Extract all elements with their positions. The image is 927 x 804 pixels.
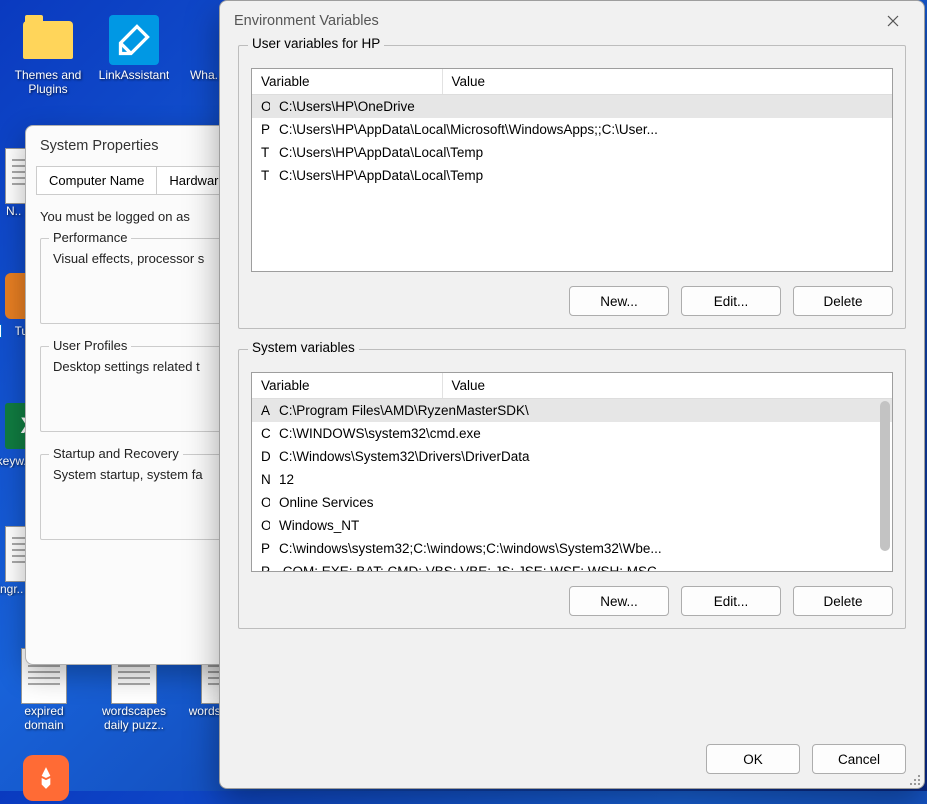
table-row[interactable]: OSWindows_NT (252, 514, 892, 537)
resize-grip-icon[interactable] (906, 771, 920, 785)
cell-variable: PATHEXT (252, 560, 270, 571)
table-row[interactable]: PathC:\windows\system32;C:\windows;C:\wi… (252, 537, 892, 560)
cell-variable: OneDrive (252, 95, 270, 118)
cell-value: C:\Users\HP\AppData\Local\Temp (270, 164, 892, 187)
cell-value: Windows_NT (270, 514, 892, 537)
cell-value: Online Services (270, 491, 892, 514)
col-value[interactable]: Value (442, 373, 892, 399)
linkassist-icon (108, 14, 160, 66)
desktop-icon-linkassist[interactable]: LinkAssistant (94, 14, 174, 82)
group-legend: User variables for HP (248, 36, 384, 51)
cell-value: C:\WINDOWS\system32\cmd.exe (270, 422, 892, 445)
icon-label: LinkAssistant (99, 68, 170, 82)
window-title: System Properties (40, 138, 158, 154)
user-variables-table[interactable]: Variable Value OneDriveC:\Users\HP\OneDr… (251, 68, 893, 272)
table-row[interactable]: AMDRMSDKPATHC:\Program Files\AMD\RyzenMa… (252, 399, 892, 422)
group-legend: System variables (248, 340, 359, 355)
table-row[interactable]: OnlineServicesOnline Services (252, 491, 892, 514)
group-legend: Performance (49, 230, 131, 245)
table-row[interactable]: DriverDataC:\Windows\System32\Drivers\Dr… (252, 445, 892, 468)
table-row[interactable]: TEMPC:\Users\HP\AppData\Local\Temp (252, 141, 892, 164)
cell-value: C:\Users\HP\AppData\Local\Microsoft\Wind… (270, 118, 892, 141)
col-value[interactable]: Value (442, 69, 892, 95)
col-variable[interactable]: Variable (252, 373, 442, 399)
cell-variable: ComSpec (252, 422, 270, 445)
shortcut-arrow-icon: ↗ (0, 324, 2, 338)
titlebar[interactable]: Environment Variables (220, 1, 924, 41)
table-row[interactable]: PathC:\Users\HP\AppData\Local\Microsoft\… (252, 118, 892, 141)
user-edit-button[interactable]: Edit... (681, 286, 781, 316)
table-row[interactable]: ComSpecC:\WINDOWS\system32\cmd.exe (252, 422, 892, 445)
icon-label: wordscapes daily puzz.. (94, 704, 174, 733)
cell-value: C:\Users\HP\OneDrive (270, 95, 892, 118)
system-variables-table[interactable]: Variable Value AMDRMSDKPATHC:\Program Fi… (251, 372, 893, 572)
group-legend: User Profiles (49, 338, 131, 353)
dialog-footer: OK Cancel (220, 738, 924, 788)
close-icon[interactable] (870, 6, 916, 36)
icon-label: Themes and Plugins (8, 68, 88, 97)
ok-button[interactable]: OK (706, 744, 800, 774)
cell-value: C:\Program Files\AMD\RyzenMasterSDK\ (270, 399, 892, 422)
folder-icon (22, 14, 74, 66)
cell-variable: TEMP (252, 141, 270, 164)
table-row[interactable]: OneDriveC:\Users\HP\OneDrive (252, 95, 892, 118)
environment-variables-window: Environment Variables User variables for… (219, 0, 925, 789)
scrollbar-thumb[interactable] (880, 401, 890, 551)
cell-variable: Path (252, 118, 270, 141)
cell-variable: DriverData (252, 445, 270, 468)
table-row[interactable]: PATHEXT.COM;.EXE;.BAT;.CMD;.VBS;.VBE;.JS… (252, 560, 892, 571)
cell-value: C:\windows\system32;C:\windows;C:\window… (270, 537, 892, 560)
group-legend: Startup and Recovery (49, 446, 183, 461)
system-variables-group: System variables Variable Value AMDRMSDK… (238, 349, 906, 629)
window-title: Environment Variables (234, 13, 379, 29)
sys-edit-button[interactable]: Edit... (681, 586, 781, 616)
cell-variable: AMDRMSDKPATH (252, 399, 270, 422)
cell-variable: NUMBER_OF_PROCESSORS (252, 468, 270, 491)
user-new-button[interactable]: New... (569, 286, 669, 316)
cell-variable: TMP (252, 164, 270, 187)
icon-label: expired domain (4, 704, 84, 733)
desktop-icon-app2[interactable] (6, 752, 86, 804)
table-row[interactable]: NUMBER_OF_PROCESSORS12 (252, 468, 892, 491)
cancel-button[interactable]: Cancel (812, 744, 906, 774)
app-icon (20, 752, 72, 804)
user-delete-button[interactable]: Delete (793, 286, 893, 316)
cell-value: 12 (270, 468, 892, 491)
col-variable[interactable]: Variable (252, 69, 442, 95)
cell-value: C:\Windows\System32\Drivers\DriverData (270, 445, 892, 468)
sys-new-button[interactable]: New... (569, 586, 669, 616)
cell-variable: OS (252, 514, 270, 537)
user-variables-group: User variables for HP Variable Value One… (238, 45, 906, 329)
tab-computer-name[interactable]: Computer Name (36, 166, 157, 194)
cell-value: .COM;.EXE;.BAT;.CMD;.VBS;.VBE;.JS;.JSE;.… (270, 560, 892, 571)
sys-delete-button[interactable]: Delete (793, 586, 893, 616)
cell-variable: OnlineServices (252, 491, 270, 514)
cell-variable: Path (252, 537, 270, 560)
cell-value: C:\Users\HP\AppData\Local\Temp (270, 141, 892, 164)
desktop-icon-themes[interactable]: Themes and Plugins (8, 14, 88, 97)
table-row[interactable]: TMPC:\Users\HP\AppData\Local\Temp (252, 164, 892, 187)
